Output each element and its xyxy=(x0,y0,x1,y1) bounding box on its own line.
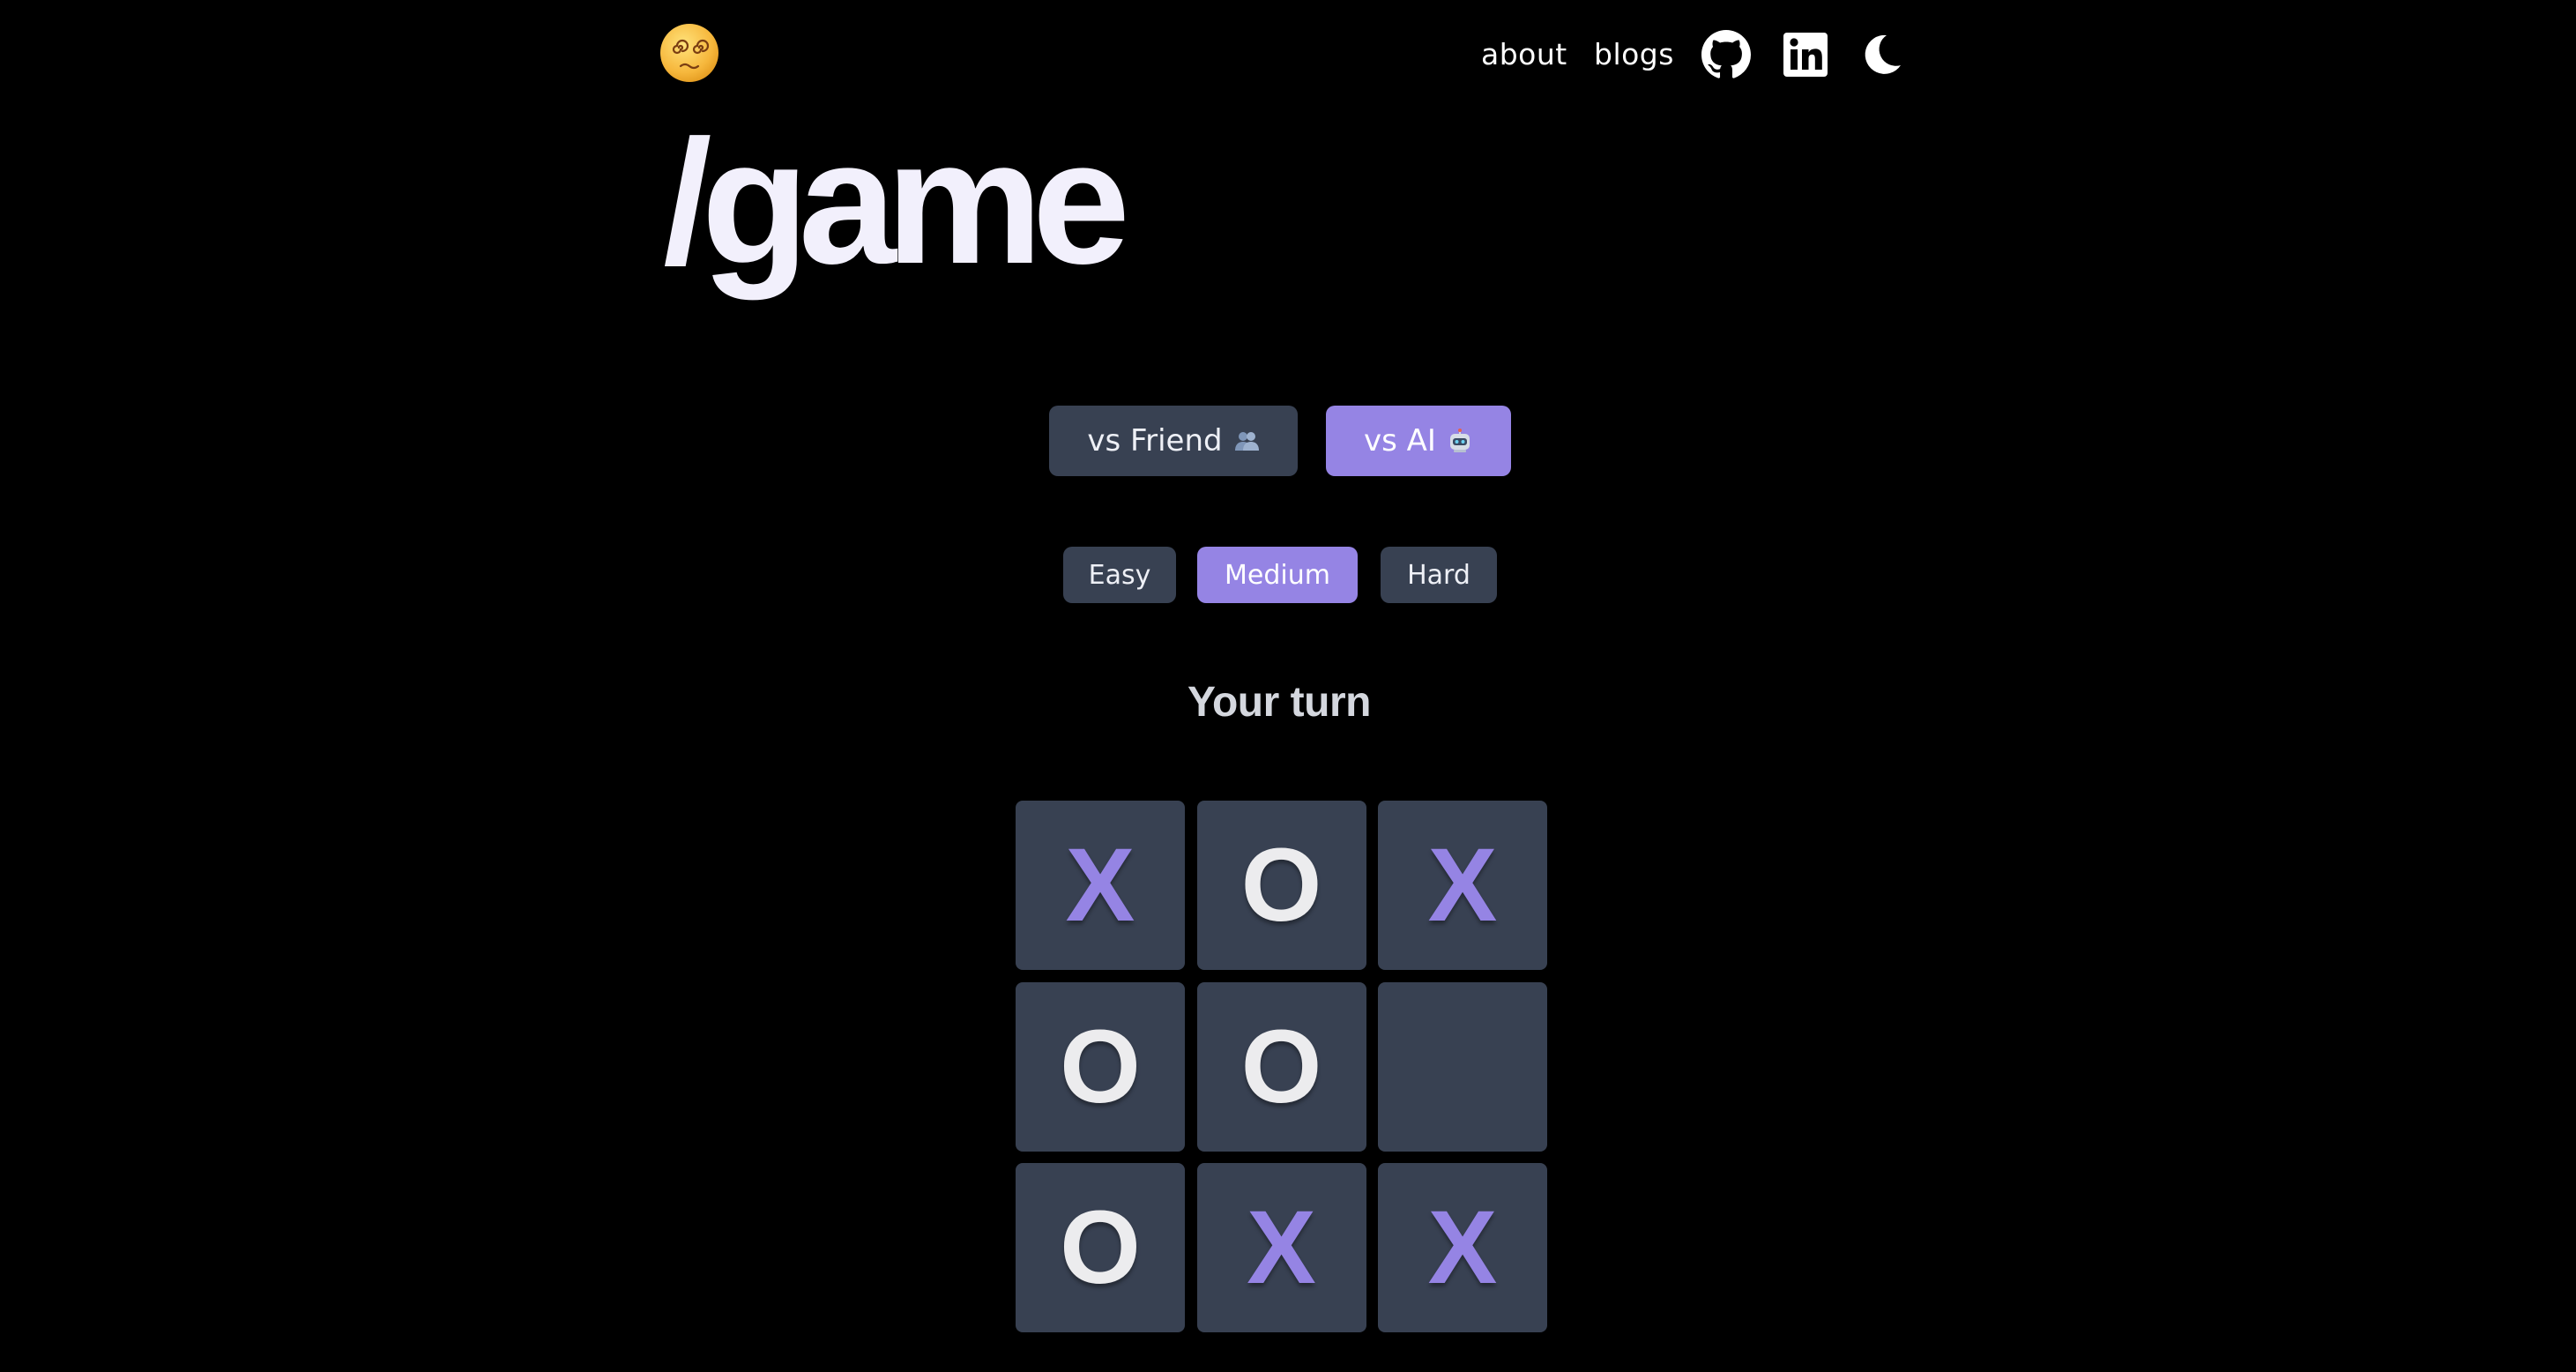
nav-blogs-link[interactable]: blogs xyxy=(1594,32,1674,78)
board-cell-2-0[interactable]: O xyxy=(1016,1163,1185,1332)
board-cell-0-2[interactable]: X xyxy=(1378,801,1547,970)
linkedin-icon[interactable] xyxy=(1781,30,1830,79)
robot-icon xyxy=(1449,429,1470,452)
two-people-icon xyxy=(1234,432,1259,451)
moon-icon[interactable] xyxy=(1857,30,1906,79)
board-cell-0-1[interactable]: O xyxy=(1196,801,1366,970)
dizzy-face-logo-icon[interactable] xyxy=(659,23,719,83)
board-cell-2-1[interactable]: X xyxy=(1196,1163,1366,1332)
vs-ai-button[interactable]: vs AI xyxy=(1326,406,1511,476)
board-cell-2-2[interactable]: X xyxy=(1378,1163,1547,1332)
game-board: X O X O O O X X xyxy=(1016,801,1547,1332)
board-cell-1-2[interactable] xyxy=(1378,981,1547,1152)
board-cell-1-0[interactable]: O xyxy=(1016,981,1185,1152)
page-title: /game xyxy=(663,104,1130,301)
difficulty-easy-button[interactable]: Easy xyxy=(1063,547,1176,603)
difficulty-medium-button[interactable]: Medium xyxy=(1197,547,1358,603)
turn-status: Your turn xyxy=(1187,679,1371,726)
vs-friend-button[interactable]: vs Friend xyxy=(1049,406,1298,476)
page: about blogs /game vs Friend vs AI Easy M… xyxy=(0,0,2576,1372)
board-cell-1-1[interactable]: O xyxy=(1196,981,1366,1152)
nav-about-link[interactable]: about xyxy=(1481,32,1567,78)
board-cell-0-0[interactable]: X xyxy=(1016,801,1185,970)
vs-friend-label: vs Friend xyxy=(1087,423,1223,459)
difficulty-hard-button[interactable]: Hard xyxy=(1381,547,1497,603)
vs-ai-label: vs AI xyxy=(1364,423,1436,459)
github-icon[interactable] xyxy=(1701,30,1751,79)
